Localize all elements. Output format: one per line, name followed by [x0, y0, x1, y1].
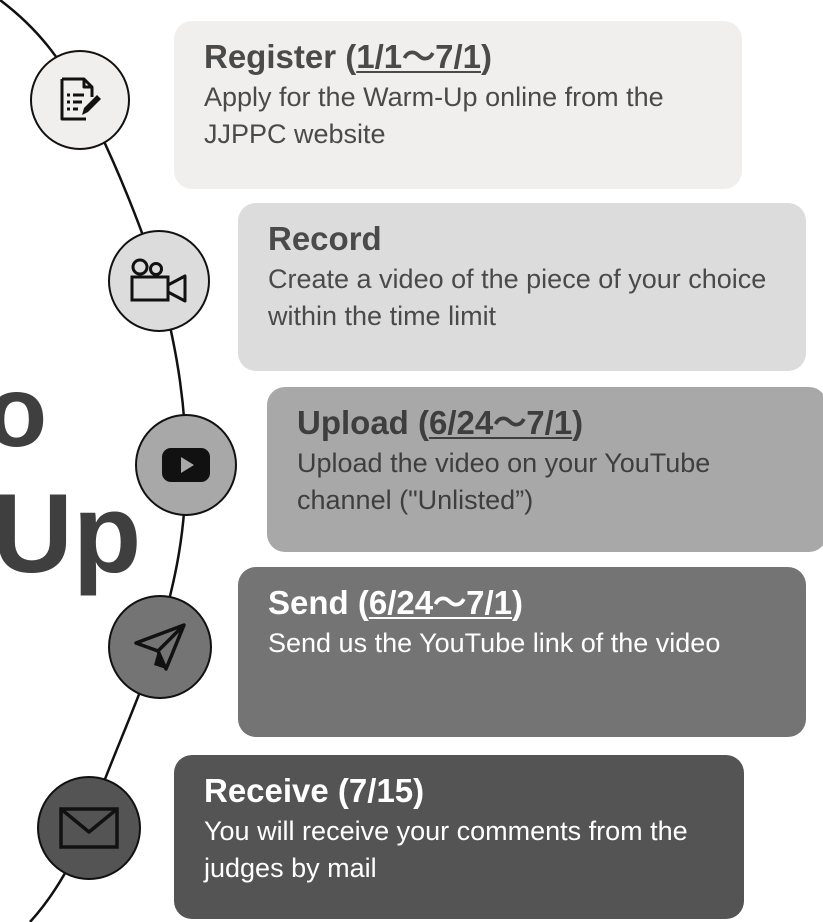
step-card-upload: Upload (6/24～7/1) Upload the video on yo…	[267, 387, 823, 552]
step-circle-record	[108, 230, 210, 332]
step-circle-receive	[37, 776, 141, 880]
step-description: Send us the YouTube link of the video	[268, 628, 721, 658]
step-title-label: Send	[268, 584, 349, 621]
step-title: Record	[268, 219, 778, 259]
step-date-open: (	[408, 404, 429, 441]
step-date-close: )	[511, 584, 523, 621]
step-circle-register	[30, 50, 130, 150]
document-edit-icon	[56, 75, 104, 125]
youtube-play-icon	[160, 446, 212, 484]
step-title: Upload (6/24～7/1)	[297, 403, 799, 443]
step-date: 6/24～7/1	[429, 404, 573, 441]
step-date-close: )	[480, 38, 492, 75]
paper-plane-icon	[132, 621, 188, 673]
step-description: Apply for the Warm-Up online from the JJ…	[204, 82, 664, 149]
step-circle-send	[108, 595, 212, 699]
envelope-icon	[58, 806, 120, 850]
step-description: You will receive your comments from the …	[204, 816, 688, 883]
step-title: Receive (7/15)	[204, 771, 716, 811]
step-title-label: Record	[268, 220, 382, 257]
step-circle-upload	[135, 414, 237, 516]
step-card-record: Record Create a video of the piece of yo…	[238, 203, 806, 371]
step-description: Create a video of the piece of your choi…	[268, 264, 767, 331]
step-description: Upload the video on your YouTube channel…	[297, 448, 711, 515]
step-date-close: )	[572, 404, 584, 441]
step-date: 6/24～7/1	[368, 584, 512, 621]
step-date-open: (	[336, 38, 357, 75]
step-title-label: Receive (7/15)	[204, 772, 425, 809]
step-card-receive: Receive (7/15) You will receive your com…	[174, 755, 744, 919]
step-title-label: Upload	[297, 404, 409, 441]
step-title: Register (1/1～7/1)	[204, 37, 714, 77]
step-card-register: Register (1/1～7/1) Apply for the Warm-Up…	[174, 21, 742, 189]
step-title: Send (6/24～7/1)	[268, 583, 778, 623]
step-card-send: Send (6/24～7/1) Send us the YouTube link…	[238, 567, 806, 737]
video-camera-icon	[129, 258, 189, 304]
step-date: 1/1～7/1	[356, 38, 481, 75]
step-date-open: (	[348, 584, 369, 621]
step-title-label: Register	[204, 38, 337, 75]
